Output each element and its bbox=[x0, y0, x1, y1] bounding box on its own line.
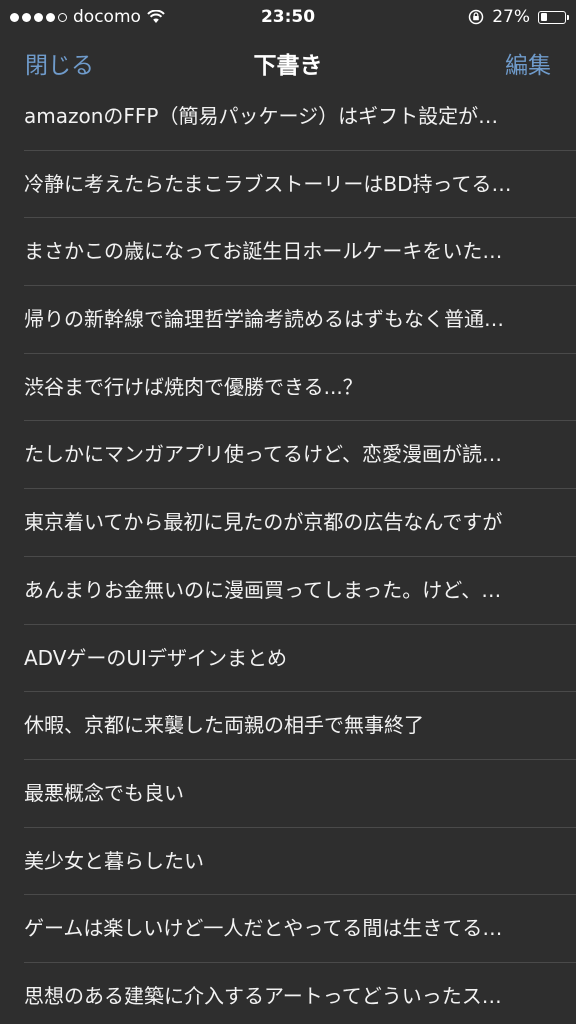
draft-title: 渋谷まで行けば焼肉で優勝できる...？ bbox=[24, 374, 363, 399]
draft-row[interactable]: まさかこの歳になってお誕生日ホールケーキをいた… bbox=[0, 218, 576, 286]
draft-title: まさかこの歳になってお誕生日ホールケーキをいた… bbox=[24, 239, 503, 264]
status-right: 27% bbox=[468, 0, 569, 34]
drafts-list-content: amazonのFFP（簡易パッケージ）はギフト設定が… 冷静に考えたらたまこラブ… bbox=[0, 98, 576, 1024]
draft-row[interactable]: 思想のある建築に介入するアートってどういったス… bbox=[0, 963, 576, 1024]
draft-row[interactable]: あんまりお金無いのに漫画買ってしまった。けど、… bbox=[0, 557, 576, 625]
draft-row[interactable]: 東京着いてから最初に見たのが京都の広告なんですが bbox=[0, 489, 576, 557]
draft-title: amazonのFFP（簡易パッケージ）はギフト設定が… bbox=[24, 104, 499, 128]
draft-row[interactable]: たしかにマンガアプリ使ってるけど、恋愛漫画が読… bbox=[0, 421, 576, 489]
draft-title: あんまりお金無いのに漫画買ってしまった。けど、… bbox=[24, 577, 502, 602]
draft-title: 休暇、京都に来襲した両親の相手で無事終了 bbox=[24, 713, 424, 738]
navigation-bar: 閉じる 下書き 編集 bbox=[0, 34, 576, 98]
status-bar: docomo 23:50 27% bbox=[0, 0, 576, 34]
draft-row[interactable]: 渋谷まで行けば焼肉で優勝できる...？ bbox=[0, 354, 576, 422]
draft-row[interactable]: 最悪概念でも良い bbox=[0, 760, 576, 828]
draft-title: 帰りの新幹線で論理哲学論考読めるはずもなく普通… bbox=[24, 307, 504, 332]
draft-title: 東京着いてから最初に見たのが京都の広告なんですが bbox=[24, 510, 503, 535]
draft-row[interactable]: 帰りの新幹線で論理哲学論考読めるはずもなく普通… bbox=[0, 286, 576, 354]
draft-title: ADVゲーのUIデザインまとめ bbox=[24, 645, 287, 670]
draft-title: ゲームは楽しいけど一人だとやってる間は生きてる… bbox=[24, 916, 503, 941]
rotation-lock-icon bbox=[468, 9, 484, 25]
draft-title: 思想のある建築に介入するアートってどういったス… bbox=[24, 983, 502, 1008]
drafts-list[interactable]: amazonのFFP（簡易パッケージ）はギフト設定が… 冷静に考えたらたまこラブ… bbox=[0, 98, 576, 1024]
draft-title: 最悪概念でも良い bbox=[24, 780, 184, 805]
draft-row[interactable]: 美少女と暮らしたい bbox=[0, 828, 576, 896]
battery-icon bbox=[538, 10, 569, 24]
draft-title: 美少女と暮らしたい bbox=[24, 848, 204, 873]
draft-row[interactable]: ゲームは楽しいけど一人だとやってる間は生きてる… bbox=[0, 895, 576, 963]
draft-row[interactable]: 冷静に考えたらたまこラブストーリーはBD持ってる… bbox=[0, 151, 576, 219]
draft-row[interactable]: 休暇、京都に来襲した両親の相手で無事終了 bbox=[0, 692, 576, 760]
battery-percent: 27% bbox=[492, 7, 530, 27]
draft-title: 冷静に考えたらたまこラブストーリーはBD持ってる… bbox=[24, 171, 512, 196]
draft-title: たしかにマンガアプリ使ってるけど、恋愛漫画が読… bbox=[24, 442, 502, 467]
edit-button[interactable]: 編集 bbox=[505, 34, 551, 98]
draft-row[interactable]: ADVゲーのUIデザインまとめ bbox=[0, 625, 576, 693]
page-title: 下書き bbox=[253, 53, 323, 79]
draft-row[interactable]: amazonのFFP（簡易パッケージ）はギフト設定が… bbox=[0, 98, 576, 151]
